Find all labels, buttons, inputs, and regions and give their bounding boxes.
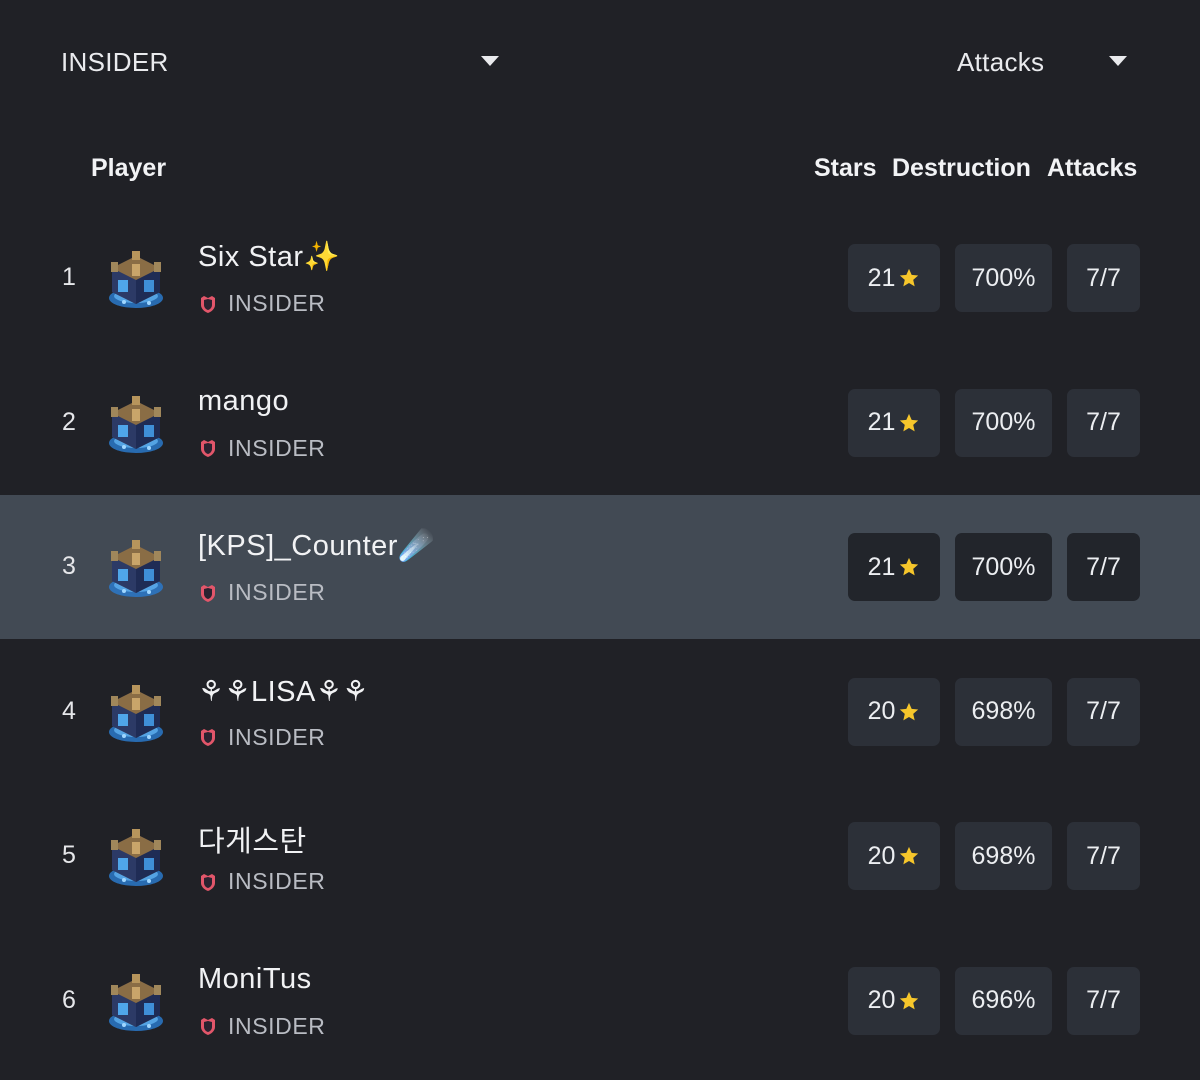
destruction-cell: 698% — [955, 677, 1052, 746]
clan-badge-icon — [201, 1018, 215, 1035]
destruction-cell: 700% — [955, 533, 1052, 601]
table-row[interactable]: 4 ⚘⚘LISA⚘⚘ INSIDER 20 698% 7/7 — [0, 640, 1200, 784]
player-clan: INSIDER — [198, 435, 326, 462]
table-row[interactable]: 5 다게스탄 INSIDER 20 698% 7/7 — [0, 784, 1200, 928]
stars-value: 20 — [867, 841, 896, 870]
stars-cell: 21 — [848, 533, 940, 601]
player-name[interactable]: Six Star✨ — [198, 240, 340, 274]
town-hall-icon — [104, 969, 168, 1035]
attacks-cell: 7/7 — [1067, 533, 1140, 601]
header-attacks: Attacks — [1047, 154, 1138, 182]
attacks-cell: 7/7 — [1067, 244, 1140, 312]
attacks-cell: 7/7 — [1067, 388, 1140, 457]
stars-cell: 20 — [848, 822, 940, 890]
star-icon — [900, 557, 919, 576]
clan-badge-icon — [201, 729, 215, 746]
attacks-cell: 7/7 — [1067, 822, 1140, 890]
star-icon — [900, 413, 919, 431]
stars-cell: 21 — [848, 244, 940, 312]
star-icon — [900, 991, 919, 1009]
sort-dropdown[interactable]: Attacks — [957, 34, 1129, 90]
town-hall-icon — [104, 391, 168, 457]
town-hall-icon — [104, 246, 168, 312]
player-clan: INSIDER — [198, 724, 326, 751]
clan-badge-icon — [201, 873, 215, 891]
destruction-cell: 700% — [955, 388, 1052, 457]
stars-value: 20 — [867, 986, 896, 1014]
player-rank: 6 — [62, 985, 76, 1014]
player-clan-label: INSIDER — [228, 290, 326, 316]
clan-badge-icon — [201, 584, 215, 602]
town-hall-icon — [104, 824, 168, 890]
player-list: 1 Six Star✨ INSIDER 21 700% 7/7 2 mango … — [0, 206, 1200, 1073]
player-name[interactable]: MoniTus — [198, 963, 312, 996]
star-icon — [900, 702, 919, 720]
table-row[interactable]: 1 Six Star✨ INSIDER 21 700% 7/7 — [0, 206, 1200, 350]
attacks-cell: 7/7 — [1067, 677, 1140, 746]
stars-value: 20 — [867, 697, 896, 725]
player-clan-label: INSIDER — [228, 434, 326, 461]
clan-dropdown[interactable]: INSIDER — [61, 34, 501, 90]
attacks-cell: 7/7 — [1067, 966, 1140, 1035]
destruction-cell: 696% — [955, 966, 1052, 1035]
star-icon — [900, 268, 919, 287]
player-rank: 5 — [62, 841, 76, 869]
player-name[interactable]: ⚘⚘LISA⚘⚘ — [198, 674, 369, 709]
player-clan-label: INSIDER — [228, 1012, 326, 1039]
town-hall-icon — [104, 535, 168, 601]
stars-value: 21 — [867, 408, 896, 436]
stars-value: 21 — [867, 552, 896, 581]
player-rank: 2 — [62, 407, 76, 436]
table-row[interactable]: 2 mango INSIDER 21 700% 7/7 — [0, 351, 1200, 495]
player-name[interactable]: [KPS]_Counter☄️ — [198, 529, 435, 563]
filter-bar: INSIDER Attacks — [0, 0, 1200, 124]
player-clan: INSIDER — [198, 579, 326, 606]
player-name[interactable]: 다게스탄 — [198, 818, 307, 860]
sort-dropdown-label: Attacks — [957, 46, 1045, 77]
stars-cell: 21 — [848, 388, 940, 457]
stars-cell: 20 — [848, 677, 940, 746]
player-rank: 3 — [62, 552, 76, 580]
player-clan: INSIDER — [198, 1013, 326, 1040]
player-rank: 1 — [62, 263, 76, 291]
header-player: Player — [91, 154, 167, 182]
stars-value: 21 — [867, 263, 896, 292]
table-row[interactable]: 6 MoniTus INSIDER 20 696% 7/7 — [0, 929, 1200, 1073]
star-icon — [900, 846, 919, 865]
player-rank: 4 — [62, 696, 76, 725]
player-clan-label: INSIDER — [228, 868, 326, 894]
destruction-cell: 700% — [955, 244, 1052, 312]
clan-badge-icon — [201, 295, 215, 313]
clan-dropdown-label: INSIDER — [61, 46, 169, 77]
table-header: Player Stars Destruction Attacks — [0, 140, 1200, 196]
header-destruction: Destruction — [892, 154, 1031, 182]
table-row[interactable]: 3 [KPS]_Counter☄️ INSIDER 21 700% 7/7 — [0, 495, 1200, 639]
caret-down-icon — [481, 56, 499, 66]
player-name[interactable]: mango — [198, 385, 289, 418]
header-stars: Stars — [814, 154, 877, 182]
player-clan: INSIDER — [198, 868, 326, 895]
player-clan-label: INSIDER — [228, 579, 326, 605]
town-hall-icon — [104, 680, 168, 746]
clan-badge-icon — [201, 440, 215, 457]
caret-down-icon — [1109, 56, 1127, 66]
destruction-cell: 698% — [955, 822, 1052, 890]
player-clan-label: INSIDER — [228, 723, 326, 750]
player-clan: INSIDER — [198, 290, 326, 317]
stars-cell: 20 — [848, 966, 940, 1035]
